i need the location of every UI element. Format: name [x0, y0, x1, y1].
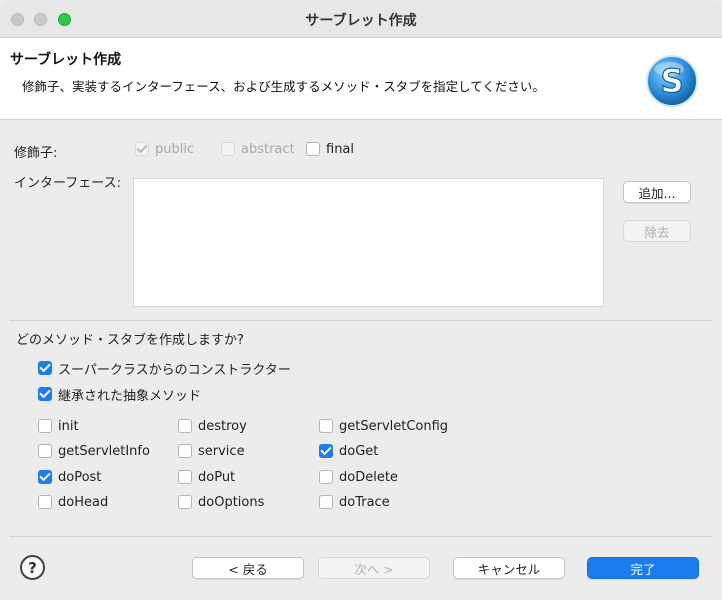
- interfaces-list[interactable]: [133, 178, 604, 307]
- abstract-checkbox-box[interactable]: [221, 142, 235, 156]
- dodelete-checkbox-box[interactable]: [319, 470, 333, 484]
- servlet-dialog: サーブレット作成 サーブレット作成 修飾子、実装するインターフェース、および生成…: [0, 0, 722, 600]
- final-checkbox-label: final: [326, 141, 355, 157]
- superclass-constructor-checkbox-box[interactable]: [38, 361, 52, 375]
- doget-label: doGet: [339, 443, 379, 459]
- wizard-page-title: サーブレット作成: [10, 52, 122, 68]
- destroy-label: destroy: [198, 418, 247, 434]
- service-label: service: [198, 443, 245, 459]
- final-checkbox-box[interactable]: [306, 142, 320, 156]
- dooptions-checkbox-box[interactable]: [178, 495, 192, 509]
- getservletinfo-checkbox-box[interactable]: [38, 444, 52, 458]
- doput-checkbox-box[interactable]: [178, 470, 192, 484]
- getservletconfig-label: getServletConfig: [339, 418, 449, 434]
- dohead-checkbox-box[interactable]: [38, 495, 52, 509]
- getservletinfo-checkbox[interactable]: getServletInfo: [38, 442, 150, 460]
- doput-checkbox[interactable]: doPut: [178, 468, 235, 486]
- dotrace-checkbox[interactable]: doTrace: [319, 493, 390, 511]
- doget-checkbox-box[interactable]: [319, 444, 333, 458]
- service-checkbox-box[interactable]: [178, 444, 192, 458]
- svg-text:S: S: [660, 62, 683, 100]
- dodelete-label: doDelete: [339, 469, 398, 485]
- method-stubs-question: どのメソッド・スタブを作成しますか?: [16, 333, 244, 348]
- final-checkbox[interactable]: final: [306, 140, 354, 158]
- destroy-checkbox-box[interactable]: [178, 419, 192, 433]
- help-icon[interactable]: ?: [20, 555, 45, 580]
- inherited-abstract-checkbox[interactable]: 継承された抽象メソッド: [38, 385, 202, 404]
- init-checkbox-box[interactable]: [38, 419, 52, 433]
- doput-label: doPut: [198, 469, 236, 485]
- getservletconfig-checkbox[interactable]: getServletConfig: [319, 417, 448, 435]
- dotrace-label: doTrace: [339, 494, 390, 510]
- dooptions-label: doOptions: [198, 494, 265, 510]
- next-button[interactable]: 次へ >: [318, 557, 430, 579]
- window-title: サーブレット作成: [305, 13, 417, 29]
- public-checkbox-label: public: [155, 141, 195, 157]
- abstract-checkbox[interactable]: abstract: [221, 140, 295, 158]
- dopost-checkbox[interactable]: doPost: [38, 468, 101, 486]
- superclass-constructor-checkbox[interactable]: スーパークラスからのコンストラクター: [38, 359, 291, 378]
- interfaces-label: インターフェース:: [14, 176, 121, 191]
- dopost-checkbox-box[interactable]: [38, 470, 52, 484]
- getservletinfo-label: getServletInfo: [58, 443, 150, 459]
- remove-interface-button[interactable]: 除去: [623, 220, 691, 242]
- wizard-header: サーブレット作成 修飾子、実装するインターフェース、および生成するメソッド・スタ…: [0, 38, 722, 120]
- init-label: init: [58, 418, 79, 434]
- abstract-checkbox-label: abstract: [241, 141, 295, 157]
- dodelete-checkbox[interactable]: doDelete: [319, 468, 398, 486]
- dooptions-checkbox[interactable]: doOptions: [178, 493, 264, 511]
- inherited-abstract-label: 継承された抽象メソッド: [58, 388, 202, 404]
- dohead-label: doHead: [58, 494, 109, 510]
- public-checkbox-box[interactable]: [135, 142, 149, 156]
- inherited-abstract-checkbox-box[interactable]: [38, 387, 52, 401]
- add-interface-button[interactable]: 追加...: [623, 181, 691, 203]
- public-checkbox[interactable]: public: [135, 140, 194, 158]
- doget-checkbox[interactable]: doGet: [319, 442, 378, 460]
- dotrace-checkbox-box[interactable]: [319, 495, 333, 509]
- getservletconfig-checkbox-box[interactable]: [319, 419, 333, 433]
- back-button[interactable]: < 戻る: [192, 557, 304, 579]
- cancel-button[interactable]: キャンセル: [453, 557, 565, 579]
- destroy-checkbox[interactable]: destroy: [178, 417, 247, 435]
- dopost-label: doPost: [58, 469, 102, 485]
- service-checkbox[interactable]: service: [178, 442, 245, 460]
- servlet-s-logo-icon: S: [646, 55, 698, 107]
- finish-button[interactable]: 完了: [587, 557, 699, 579]
- wizard-page-description: 修飾子、実装するインターフェース、および生成するメソッド・スタブを指定してくださ…: [22, 79, 545, 94]
- superclass-constructor-label: スーパークラスからのコンストラクター: [58, 362, 291, 378]
- section-divider: [10, 320, 712, 321]
- footer-divider: [10, 536, 712, 537]
- init-checkbox[interactable]: init: [38, 417, 79, 435]
- modifiers-label: 修飾子:: [14, 146, 58, 161]
- dohead-checkbox[interactable]: doHead: [38, 493, 108, 511]
- title-bar: サーブレット作成: [0, 0, 722, 38]
